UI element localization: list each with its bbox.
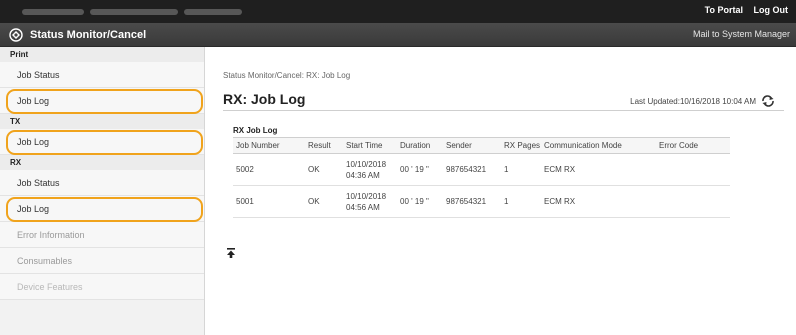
- to-portal-link[interactable]: To Portal: [705, 5, 743, 15]
- log-out-link[interactable]: Log Out: [754, 5, 789, 15]
- table-caption: RX Job Log: [233, 126, 278, 135]
- back-to-top-icon[interactable]: [227, 248, 235, 258]
- cell-error-code: [656, 185, 730, 218]
- table-row: 5001 OK 10/10/2018 04:56 AM 00 ' 19 " 98…: [233, 185, 730, 218]
- sidebar-item-print-job-status[interactable]: Job Status: [0, 62, 204, 88]
- breadcrumb: Status Monitor/Cancel: RX: Job Log: [223, 71, 351, 80]
- sidebar: Print Job Status Job Log TX Job Log RX J…: [0, 47, 205, 335]
- app-title: Status Monitor/Cancel: [30, 29, 147, 41]
- column-header-rx-pages: RX Pages: [501, 137, 541, 154]
- column-header-error-code: Error Code: [656, 137, 730, 154]
- sidebar-item-tx-job-log[interactable]: Job Log: [0, 129, 204, 155]
- column-header-start-time: Start Time: [343, 137, 397, 154]
- last-updated-text: Last Updated:10/16/2018 10:04 AM: [630, 97, 756, 106]
- table-header-row: Job Number Result Start Time Duration Se…: [233, 137, 730, 154]
- sidebar-item-consumables[interactable]: Consumables: [0, 248, 204, 274]
- main-content: Status Monitor/Cancel: RX: Job Log RX: J…: [205, 47, 796, 335]
- top-links: To Portal Log Out: [697, 5, 788, 15]
- sidebar-section-print: Print: [0, 47, 204, 62]
- column-header-communication-mode: Communication Mode: [541, 137, 656, 154]
- column-header-duration: Duration: [397, 137, 443, 154]
- cell-rx-pages: 1: [501, 153, 541, 186]
- rx-job-log-table: Job Number Result Start Time Duration Se…: [233, 137, 730, 218]
- sidebar-section-tx: TX: [0, 114, 204, 129]
- mail-to-system-manager-link[interactable]: Mail to System Manager: [693, 29, 790, 39]
- cell-rx-pages: 1: [501, 185, 541, 218]
- cell-communication-mode: ECM RX: [541, 153, 656, 186]
- refresh-icon[interactable]: [761, 95, 775, 107]
- sidebar-item-print-job-log[interactable]: Job Log: [0, 88, 204, 114]
- product-name-blurred: [22, 7, 278, 15]
- cell-job-number: 5001: [233, 185, 305, 218]
- sidebar-item-label: Job Log: [17, 96, 50, 106]
- cell-duration: 00 ' 19 ": [397, 185, 443, 218]
- sidebar-item-label: Job Log: [17, 204, 50, 214]
- cell-sender: 987654321: [443, 153, 501, 186]
- sidebar-item-device-features[interactable]: Device Features: [0, 274, 204, 300]
- cell-error-code: [656, 153, 730, 186]
- cell-communication-mode: ECM RX: [541, 185, 656, 218]
- cell-job-number: 5002: [233, 153, 305, 186]
- sidebar-item-label: Job Log: [17, 137, 50, 147]
- top-bar: To Portal Log Out: [0, 0, 796, 23]
- cell-duration: 00 ' 19 ": [397, 153, 443, 186]
- sidebar-item-error-information[interactable]: Error Information: [0, 222, 204, 248]
- sidebar-item-rx-job-status[interactable]: Job Status: [0, 170, 204, 196]
- cell-result: OK: [305, 153, 343, 186]
- cell-start-time: 10/10/2018 04:56 AM: [343, 185, 397, 218]
- app-header: Status Monitor/Cancel Mail to System Man…: [0, 23, 796, 47]
- table-row: 5002 OK 10/10/2018 04:36 AM 00 ' 19 " 98…: [233, 153, 730, 186]
- sidebar-section-rx: RX: [0, 155, 204, 170]
- cell-sender: 987654321: [443, 185, 501, 218]
- status-monitor-icon: [9, 28, 23, 42]
- title-divider: [223, 110, 784, 111]
- column-header-sender: Sender: [443, 137, 501, 154]
- page-title: RX: Job Log: [223, 91, 306, 107]
- column-header-result: Result: [305, 137, 343, 154]
- sidebar-item-rx-job-log[interactable]: Job Log: [0, 196, 204, 222]
- cell-result: OK: [305, 185, 343, 218]
- cell-start-time: 10/10/2018 04:36 AM: [343, 153, 397, 186]
- column-header-job-number: Job Number: [233, 137, 305, 154]
